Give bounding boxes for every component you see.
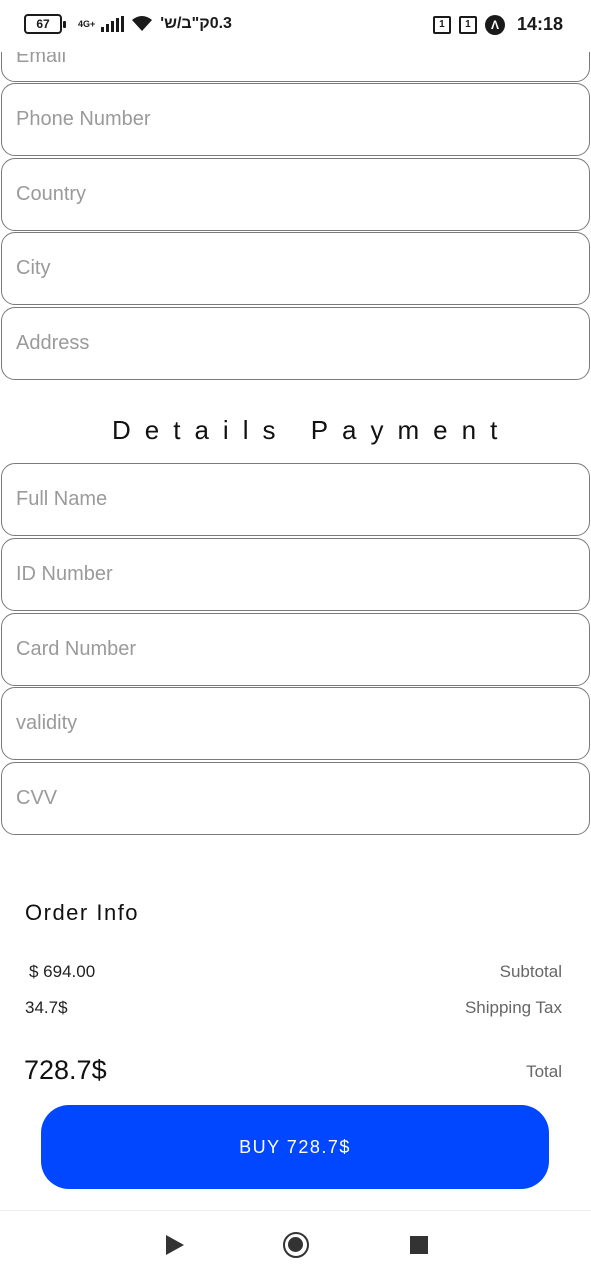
subtotal-value: $ 694.00 [29,962,96,981]
country-input[interactable] [2,159,589,230]
notification-box-icon: 1 [432,15,451,34]
validity-input[interactable] [2,688,589,759]
status-left: 67 4G+ 0.3ק"ב/ש' [24,14,232,34]
signal-icon [101,16,125,32]
notification-box-label: 1 [465,19,471,30]
network-speed: 0.3ק"ב/ש' [160,15,232,32]
status-bar: 67 4G+ 0.3ק"ב/ש' 1 1 Λ 14:18 [0,0,591,52]
status-right: 1 1 Λ 14:18 [432,14,563,35]
full-name-field-wrapper [1,463,590,536]
circle-home-icon[interactable] [283,1232,309,1258]
network-type: 4G+ [78,18,96,29]
total-label: Total [526,1062,562,1081]
phone-number-input[interactable] [2,84,589,155]
country-field-wrapper [1,158,590,231]
square-recent-icon[interactable] [410,1236,428,1254]
total-value: 728.7$ [24,1055,107,1085]
card-number-input[interactable] [2,614,589,685]
system-nav-bar [0,1210,591,1280]
battery-level: 67 [36,17,50,31]
shipping-tax-label: Shipping Tax [464,998,562,1017]
notification-box-icon: 1 [458,15,477,34]
notification-box-label: 1 [439,19,445,30]
clock: 14:18 [516,14,563,34]
payment-section-title: Details Payment [112,415,512,445]
app-notification-icon: Λ [484,14,505,35]
id-number-field-wrapper [1,538,590,611]
full-name-input[interactable] [2,464,589,535]
play-triangle-icon[interactable] [166,1235,184,1255]
address-field-wrapper [1,307,590,380]
order-info-title: Order Info [25,900,140,925]
cvv-input[interactable] [2,763,589,834]
city-input[interactable] [2,233,589,304]
card-number-field-wrapper [1,613,590,686]
battery-icon: 67 [24,14,66,34]
subtotal-label: Subtotal [499,962,562,981]
wifi-icon [132,16,153,31]
phone-field-wrapper [1,83,590,156]
shipping-tax-value: 34.7$ [25,998,68,1017]
validity-field-wrapper [1,687,590,760]
city-field-wrapper [1,232,590,305]
id-number-input[interactable] [2,539,589,610]
app-notification-label: Λ [490,17,499,32]
address-input[interactable] [2,308,589,379]
cvv-field-wrapper [1,762,590,835]
buy-button[interactable]: BUY 728.7$ [41,1105,549,1189]
